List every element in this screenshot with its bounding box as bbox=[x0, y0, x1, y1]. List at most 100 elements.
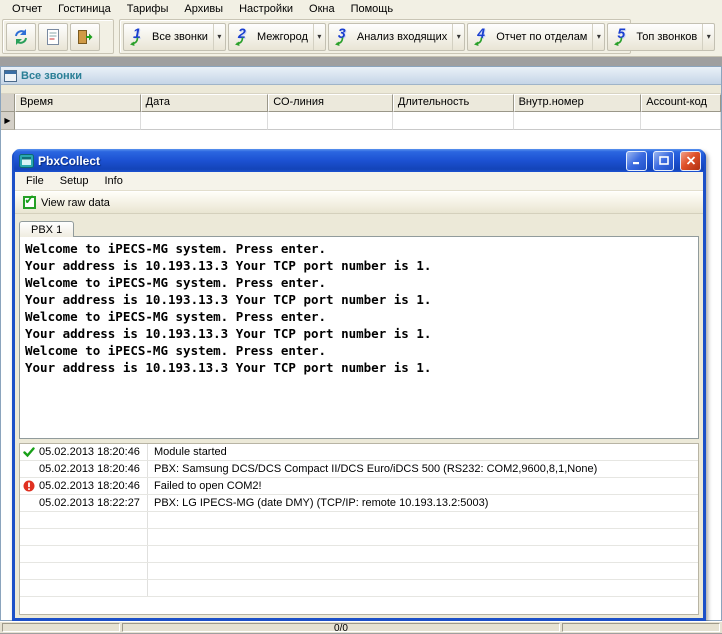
toolbar-button-label: Все звонки bbox=[152, 31, 208, 43]
column-header-time[interactable]: Время bbox=[15, 94, 141, 112]
report-5-icon: 5 bbox=[613, 27, 631, 47]
raw-line: Your address is 10.193.13.3 Your TCP por… bbox=[25, 359, 693, 376]
column-header-co-line[interactable]: СО-линия bbox=[268, 94, 393, 112]
report-3-icon: 3 bbox=[334, 27, 352, 47]
exit-button[interactable] bbox=[70, 23, 100, 51]
error-icon bbox=[23, 480, 36, 492]
log-row[interactable]: 05.02.2013 18:20:46 PBX: Samsung DCS/DCS… bbox=[20, 461, 698, 478]
dropdown-arrow-icon[interactable]: ▾ bbox=[452, 24, 464, 50]
dropdown-arrow-icon[interactable]: ▾ bbox=[213, 24, 225, 50]
toolbar-button-top-calls[interactable]: 5 Топ звонков ▾ bbox=[607, 23, 715, 51]
view-raw-data-checkbox[interactable]: ✓ bbox=[23, 196, 36, 209]
report-2-icon: 2 bbox=[234, 27, 252, 47]
maximize-icon bbox=[659, 156, 669, 165]
toolbar-button-long-distance[interactable]: 2 Межгород ▾ bbox=[228, 23, 326, 51]
toolbar-button-label: Межгород bbox=[257, 31, 308, 43]
checkbox-check-icon: ✓ bbox=[24, 192, 35, 208]
raw-line: Welcome to iPECS-MG system. Press enter. bbox=[25, 240, 693, 257]
window-icon bbox=[4, 70, 17, 82]
log-time: 05.02.2013 18:20:46 bbox=[39, 480, 140, 492]
pbx-tabstrip: PBX 1 bbox=[19, 217, 699, 236]
menu-help[interactable]: Помощь bbox=[343, 2, 402, 16]
grid-corner-cell bbox=[1, 94, 15, 112]
close-button[interactable] bbox=[680, 151, 701, 171]
menu-report[interactable]: Отчет bbox=[4, 2, 50, 16]
calls-toolbar-band bbox=[1, 85, 721, 94]
exit-door-icon bbox=[76, 28, 94, 46]
log-message: Module started bbox=[148, 444, 698, 460]
log-row-empty bbox=[20, 580, 698, 597]
menu-tariffs[interactable]: Тарифы bbox=[119, 2, 177, 16]
options-band: ✓ View raw data bbox=[15, 191, 703, 214]
column-header-account-code[interactable]: Account-код bbox=[641, 94, 721, 112]
log-row-empty bbox=[20, 512, 698, 529]
toolbar-button-incoming-analysis[interactable]: 3 Анализ входящих ▾ bbox=[328, 23, 465, 51]
view-raw-data-label[interactable]: View raw data bbox=[41, 197, 110, 209]
log-time: 05.02.2013 18:20:46 bbox=[39, 463, 140, 475]
log-time: 05.02.2013 18:20:46 bbox=[39, 446, 140, 458]
menu-windows[interactable]: Окна bbox=[301, 2, 343, 16]
statusbar-counter: 0/0 bbox=[122, 623, 560, 632]
blank-icon bbox=[23, 497, 36, 509]
minimize-button[interactable] bbox=[626, 151, 647, 171]
row-marker-icon: ▶ bbox=[4, 116, 10, 125]
log-row[interactable]: 05.02.2013 18:20:46 Failed to open COM2! bbox=[20, 478, 698, 495]
raw-line: Welcome to iPECS-MG system. Press enter. bbox=[25, 342, 693, 359]
column-header-date[interactable]: Дата bbox=[141, 94, 269, 112]
row-selector-cell: ▶ bbox=[1, 112, 15, 130]
all-calls-titlebar[interactable]: Все звонки bbox=[1, 67, 721, 85]
sync-icon bbox=[12, 28, 30, 46]
menu-info[interactable]: Info bbox=[96, 174, 130, 188]
report-page-button[interactable] bbox=[38, 23, 68, 51]
raw-line: Welcome to iPECS-MG system. Press enter. bbox=[25, 308, 693, 325]
toolbar-button-all-calls[interactable]: 1 Все звонки ▾ bbox=[123, 23, 226, 51]
pbxcollect-titlebar[interactable]: PbxCollect bbox=[14, 149, 704, 172]
menu-archives[interactable]: Архивы bbox=[176, 2, 231, 16]
blank-icon bbox=[23, 463, 36, 475]
log-time: 05.02.2013 18:22:27 bbox=[39, 497, 140, 509]
column-header-internal-number[interactable]: Внутр.номер bbox=[514, 94, 642, 112]
toolbar-main-group: 1 Все звонки ▾ 2 Межгород ▾ 3 Анализ вхо… bbox=[119, 19, 631, 54]
grid-empty-row[interactable]: ▶ bbox=[1, 112, 721, 130]
toolbar-button-label: Анализ входящих bbox=[357, 31, 447, 43]
raw-line: Your address is 10.193.13.3 Your TCP por… bbox=[25, 257, 693, 274]
success-icon bbox=[23, 446, 36, 458]
menu-settings[interactable]: Настройки bbox=[231, 2, 301, 16]
toolbar-button-department-report[interactable]: 4 Отчет по отделам ▾ bbox=[467, 23, 605, 51]
minimize-icon bbox=[632, 156, 642, 165]
log-row-empty bbox=[20, 563, 698, 580]
statusbar-panel-left bbox=[2, 623, 120, 632]
dropdown-arrow-icon[interactable]: ▾ bbox=[702, 24, 714, 50]
close-icon bbox=[686, 156, 696, 165]
toolbar-button-label: Топ звонков bbox=[636, 31, 697, 43]
log-message: PBX: LG IPECS-MG (date DMY) (TCP/IP: rem… bbox=[148, 495, 698, 511]
menu-file[interactable]: File bbox=[18, 174, 52, 188]
log-row[interactable]: 05.02.2013 18:20:46 Module started bbox=[20, 444, 698, 461]
event-log-panel: 05.02.2013 18:20:46 Module started 05.02… bbox=[19, 443, 699, 615]
log-message: Failed to open COM2! bbox=[148, 478, 698, 494]
all-calls-title: Все звонки bbox=[21, 70, 82, 82]
menu-setup[interactable]: Setup bbox=[52, 174, 97, 188]
pbxcollect-menubar: File Setup Info bbox=[15, 172, 703, 191]
calls-grid-header: Время Дата СО-линия Длительность Внутр.н… bbox=[1, 94, 721, 112]
maximize-button[interactable] bbox=[653, 151, 674, 171]
raw-line: Your address is 10.193.13.3 Your TCP por… bbox=[25, 291, 693, 308]
raw-line: Welcome to iPECS-MG system. Press enter. bbox=[25, 274, 693, 291]
sync-button[interactable] bbox=[6, 23, 36, 51]
log-row-empty bbox=[20, 546, 698, 563]
log-message: PBX: Samsung DCS/DCS Compact II/DCS Euro… bbox=[148, 461, 698, 477]
menu-hotel[interactable]: Гостиница bbox=[50, 2, 119, 16]
app-menubar: Отчет Гостиница Тарифы Архивы Настройки … bbox=[0, 0, 722, 17]
report-1-icon: 1 bbox=[129, 27, 147, 47]
toolbar-left-group bbox=[2, 19, 114, 54]
dropdown-arrow-icon[interactable]: ▾ bbox=[592, 24, 604, 50]
raw-line: Your address is 10.193.13.3 Your TCP por… bbox=[25, 325, 693, 342]
pbxcollect-title: PbxCollect bbox=[38, 154, 620, 168]
log-row-empty bbox=[20, 529, 698, 546]
log-row[interactable]: 05.02.2013 18:22:27 PBX: LG IPECS-MG (da… bbox=[20, 495, 698, 512]
pbxcollect-app-icon bbox=[19, 154, 34, 168]
dropdown-arrow-icon[interactable]: ▾ bbox=[313, 24, 325, 50]
tab-pbx-1[interactable]: PBX 1 bbox=[19, 221, 74, 237]
statusbar-panel-right bbox=[562, 623, 720, 632]
column-header-duration[interactable]: Длительность bbox=[393, 94, 514, 112]
